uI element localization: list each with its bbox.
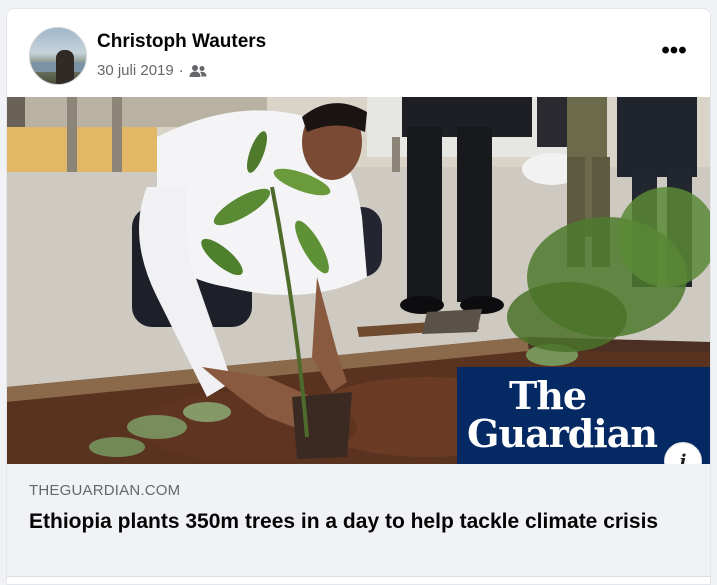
link-preview-footer[interactable]: THEGUARDIAN.COM Ethiopia plants 350m tre… xyxy=(7,464,710,576)
link-title[interactable]: Ethiopia plants 350m trees in a day to h… xyxy=(29,508,669,536)
friends-icon[interactable] xyxy=(189,64,207,78)
link-preview-image[interactable]: The Guardian i xyxy=(7,97,710,464)
author-name[interactable]: Christoph Wauters xyxy=(97,31,266,53)
post-card: Christoph Wauters 30 juli 2019 · ••• The… xyxy=(6,8,711,585)
avatar-figure xyxy=(56,50,74,84)
guardian-logo-line2: Guardian xyxy=(467,411,658,456)
meta-separator: · xyxy=(178,62,184,79)
post-meta: 30 juli 2019 · xyxy=(97,62,207,79)
post-header: Christoph Wauters 30 juli 2019 · ••• xyxy=(7,9,710,97)
avatar[interactable] xyxy=(29,27,87,85)
more-options-button[interactable]: ••• xyxy=(656,37,692,65)
more-options-icon: ••• xyxy=(661,37,687,64)
divider xyxy=(7,576,710,577)
link-domain: THEGUARDIAN.COM xyxy=(29,482,181,499)
post-date[interactable]: 30 juli 2019 xyxy=(97,62,174,79)
